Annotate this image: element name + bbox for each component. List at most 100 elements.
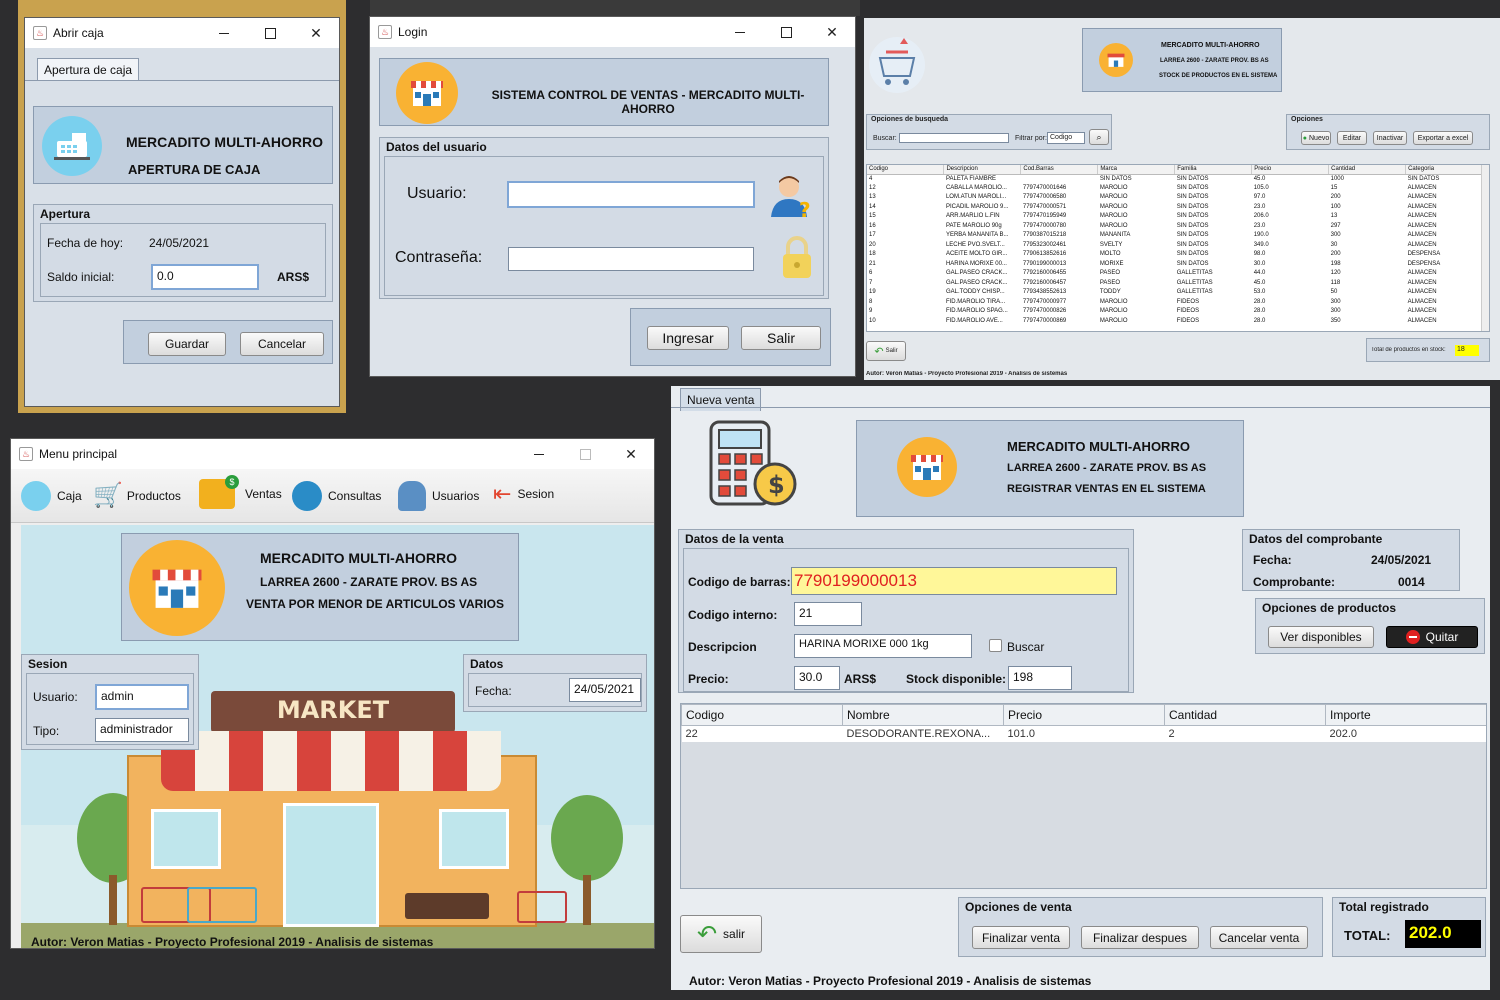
salir-button[interactable]: ↶ Salir [866,341,906,361]
column-header[interactable]: Marca [1097,165,1176,175]
column-header[interactable]: Codigo [681,704,843,726]
maximize-button[interactable] [247,18,293,48]
menu-consultas[interactable]: Consultas [292,481,381,511]
table-cell: SVELTY [1099,241,1123,248]
table-row[interactable]: 7 GAL.PASEO CRACK... 7792160006457 PASEO GAL… [867,279,1483,289]
close-button[interactable]: ✕ [608,439,654,469]
table-row[interactable]: 17 YERBA MAÑANITA B... 7790387015218 MAÑANI… [867,231,1483,241]
ingresar-button[interactable]: Ingresar [647,326,729,350]
table-row[interactable]: 14 PICADIL MAROLIO 9... 7797470000571 MAROL… [867,203,1483,213]
column-header[interactable]: Familia [1174,165,1253,175]
table-cell: 190.0 [1253,232,1269,239]
table-row[interactable]: 16 PATE MAROLIO 90g 7797470000780 MAROLIO SI… [867,222,1483,232]
table-row[interactable]: 15 ARR.MARLIO L.FIN 7797470195949 MAROLIO SI… [867,212,1483,222]
column-header[interactable]: Categoria [1405,165,1483,175]
stock-input[interactable]: 198 [1008,666,1072,690]
close-button[interactable]: ✕ [809,17,855,47]
filtrar-select[interactable]: Codigo [1047,132,1085,144]
menu-usuarios[interactable]: Usuarios [398,481,479,511]
nuevo-button[interactable]: ● Nuevo [1301,131,1331,145]
column-header[interactable]: Codigo [867,165,945,175]
table-row[interactable]: 19 GAL.TODDY CHISP... 7793438552613 TODDY GA… [867,288,1483,298]
menu-productos[interactable]: 🛒 Productos [93,481,181,510]
table-row[interactable]: 9 FID.MAROLIO SPAG... 7797470000826 MAROLIO… [867,307,1483,317]
table-row[interactable]: 13 LOM.ATUN MAROLI... 7797470006580 MAROLIO… [867,193,1483,203]
table-cell: FID.MAROLIO AVE... [945,317,1003,324]
column-header[interactable]: Precio [1251,165,1330,175]
table-cell: 7790387015218 [1022,232,1067,239]
table-cell: 7793438552613 [1022,289,1067,296]
exportar-button[interactable]: Exportar a excel [1413,131,1473,145]
menu-ventas[interactable]: $ Ventas [199,475,282,509]
minimize-button[interactable] [201,18,247,48]
market-sign: MARKET [276,696,390,724]
finalizar-despues-button[interactable]: Finalizar despues [1081,926,1199,949]
table-cell: 28.0 [1253,308,1266,315]
fecha-field[interactable]: 24/05/2021 [569,678,641,702]
usuario-field[interactable]: admin [95,684,189,710]
table-cell: 97.0 [1253,194,1266,201]
usuario-input[interactable] [507,181,755,208]
column-header[interactable]: Descripcion [943,165,1022,175]
contrasena-input[interactable] [508,247,754,271]
ver-disponibles-button[interactable]: Ver disponibles [1268,626,1374,648]
table-cell: 17 [869,232,876,239]
salir-button[interactable]: ↶ salir [680,915,762,953]
table-cell: MAROLIO [1099,222,1128,229]
column-header[interactable]: Importe [1325,704,1486,726]
interno-input[interactable]: 21 [794,602,862,626]
cancelar-venta-button[interactable]: Cancelar venta [1210,926,1308,949]
minimize-button[interactable] [717,17,763,47]
finalizar-venta-button[interactable]: Finalizar venta [972,926,1070,949]
editar-button[interactable]: Editar [1337,131,1367,145]
maximize-button[interactable] [763,17,809,47]
table-row[interactable]: 4 PALETA FIAMBRE SIN DATOS SIN DATOS 45.0 100… [867,174,1483,184]
barras-input[interactable]: 7790199000013 [791,567,1117,595]
venta-table: Codigo Nombre Precio Cantidad Importe 22 DESOD… [680,703,1487,889]
table-row[interactable]: 6 GAL.PASEO CRACK... 7792160006455 PASEO GAL… [867,269,1483,279]
table-cell: 28.0 [1253,317,1266,324]
header-panel: MERCADITO MULTI-AHORRO LARREA 2600 - ZAR… [121,533,519,641]
tipo-field[interactable]: administrador [95,718,189,742]
menu-sesion[interactable]: ⇤ Sesion [493,481,554,507]
table-row[interactable]: 12 CABALLA MAROLIO... 7797470001646 MAROLIO… [867,184,1483,194]
cancelar-button[interactable]: Cancelar [240,332,324,356]
tab-apertura-caja[interactable]: Apertura de caja [37,58,140,81]
inactivar-button[interactable]: Inactivar [1373,131,1407,145]
cart-icon [868,32,926,98]
table-cell: SIN DATOS [1176,232,1209,239]
total-stock-group: Total de productos en stock: 18 [1366,338,1490,362]
user-icon: ? [769,173,813,222]
column-header[interactable]: Precio [1003,704,1165,726]
table-row[interactable]: 22 DESODORANTE.REXONA... 101.0 2 202.0 [681,725,1486,742]
scrollbar[interactable] [1481,165,1489,331]
table-row[interactable]: 8 FID.MAROLIO TIRA... 7797470000977 MAROLIO… [867,298,1483,308]
store-awning [161,731,501,791]
guardar-button[interactable]: Guardar [148,332,226,356]
precio-input[interactable]: 30.0 [794,666,840,690]
table-cell: 7797470001646 [1022,184,1067,191]
table-cell: GAL.PASEO CRACK... [945,279,1008,286]
buscar-input[interactable] [899,133,1009,143]
minimize-button[interactable] [516,439,562,469]
buscar-checkbox[interactable] [989,639,1002,652]
salir-button[interactable]: Salir [741,326,821,350]
table-row[interactable]: 18 ACEITE MOLTO GIR... 7790613852616 MOLTO S… [867,250,1483,260]
table-cell: MAROLIO [1099,184,1128,191]
close-button[interactable]: ✕ [293,18,339,48]
user-search-icon [398,481,426,511]
column-header[interactable]: Cod.Barras [1020,165,1099,175]
table-row[interactable]: 21 HARINA MORIXE 00... 7790199000013 MORIXE… [867,260,1483,270]
table-row[interactable]: 10 FID.MAROLIO AVE... 7797470000869 MAROLIO… [867,317,1483,327]
desc-input[interactable]: HARINA MORIXE 000 1kg [794,634,972,658]
table-row[interactable]: 20 LECHE PVO.SVELT... 7795323002461 SVELTY S… [867,241,1483,251]
quitar-button[interactable]: Quitar [1386,626,1478,648]
search-icon[interactable]: ⌕ [1089,129,1109,145]
table-cell: 2 [1164,725,1326,742]
column-header[interactable]: Cantidad [1328,165,1407,175]
saldo-input[interactable]: 0.0 [151,264,259,290]
menu-caja[interactable]: Caja [21,481,82,511]
tree-right [551,795,623,881]
column-header[interactable]: Cantidad [1164,704,1326,726]
column-header[interactable]: Nombre [842,704,1004,726]
